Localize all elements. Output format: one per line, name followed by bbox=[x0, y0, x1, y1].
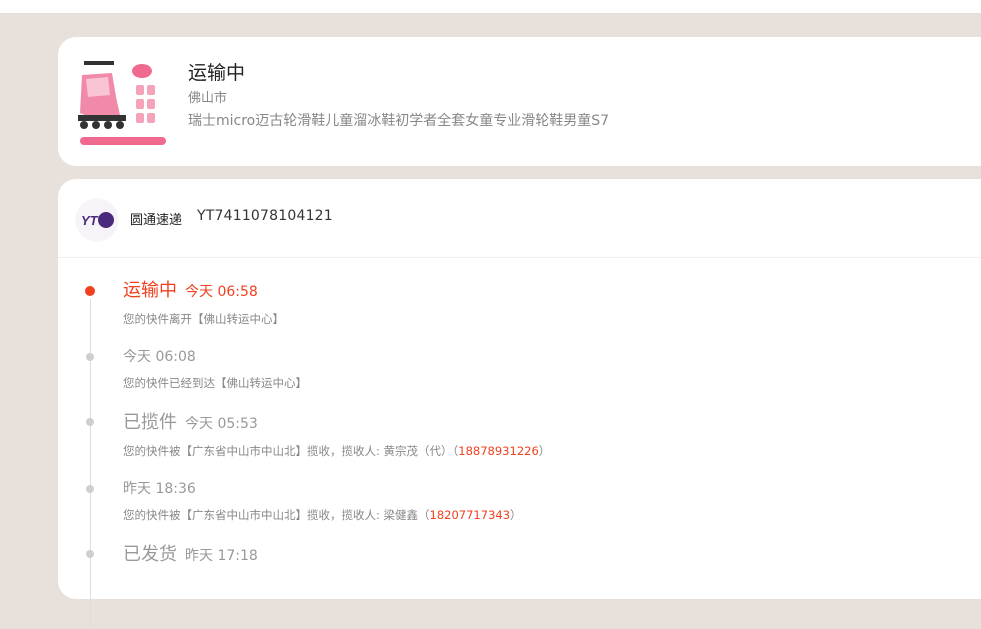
timeline-dot bbox=[86, 550, 94, 558]
event-status: 运输中 bbox=[123, 280, 177, 301]
shipping-city: 佛山市 bbox=[188, 91, 228, 106]
product-card[interactable]: 运输中 佛山市 瑞士micro迈古轮滑鞋儿童溜冰鞋初学者全套女童专业滑轮鞋男童S… bbox=[58, 37, 981, 166]
timeline-line bbox=[90, 299, 91, 629]
tracking-number[interactable]: YT7411078104121 bbox=[197, 208, 333, 224]
timeline-dot bbox=[86, 418, 94, 426]
carrier-logo-icon: YT bbox=[76, 199, 118, 241]
timeline-dot bbox=[86, 485, 94, 493]
timeline-dot-active bbox=[85, 286, 95, 296]
order-status: 运输中 bbox=[188, 62, 246, 84]
event-time: 昨天 18:36 bbox=[123, 481, 196, 497]
product-name: 瑞士micro迈古轮滑鞋儿童溜冰鞋初学者全套女童专业滑轮鞋男童S7 bbox=[188, 113, 610, 129]
event-status: 已发货 bbox=[123, 544, 177, 565]
event-time: 今天 06:58 bbox=[185, 284, 258, 300]
courier-phone-link[interactable]: 18207717343 bbox=[430, 508, 510, 522]
event-description: 您的快件离开【佛山转运中心】 bbox=[123, 312, 284, 326]
event-time: 昨天 17:18 bbox=[185, 548, 258, 564]
event-time: 今天 05:53 bbox=[185, 416, 258, 432]
top-bar bbox=[0, 0, 981, 13]
carrier-logo-text: YT bbox=[81, 213, 99, 228]
event-description: 您的快件被【广东省中山市中山北】揽收，揽收人: 黄宗茂（代）（188789312… bbox=[123, 444, 551, 458]
event-time: 今天 06:08 bbox=[123, 349, 196, 365]
carrier-name: 圆通速递 bbox=[130, 213, 183, 228]
event-status: 已揽件 bbox=[123, 412, 177, 433]
courier-phone-link[interactable]: 18878931226 bbox=[458, 444, 538, 458]
event-description: 您的快件已经到达【佛山转运中心】 bbox=[123, 376, 307, 390]
event-description: 您的快件被【广东省中山市中山北】揽收，揽收人: 梁健鑫（18207717343） bbox=[123, 508, 522, 522]
timeline-dot bbox=[86, 353, 94, 361]
carrier-row: YT 圆通速递 YT7411078104121 bbox=[58, 179, 981, 258]
product-image bbox=[74, 57, 170, 149]
tracking-card: YT 圆通速递 YT7411078104121 运输中 今天 06:58 您的快件… bbox=[58, 179, 981, 629]
